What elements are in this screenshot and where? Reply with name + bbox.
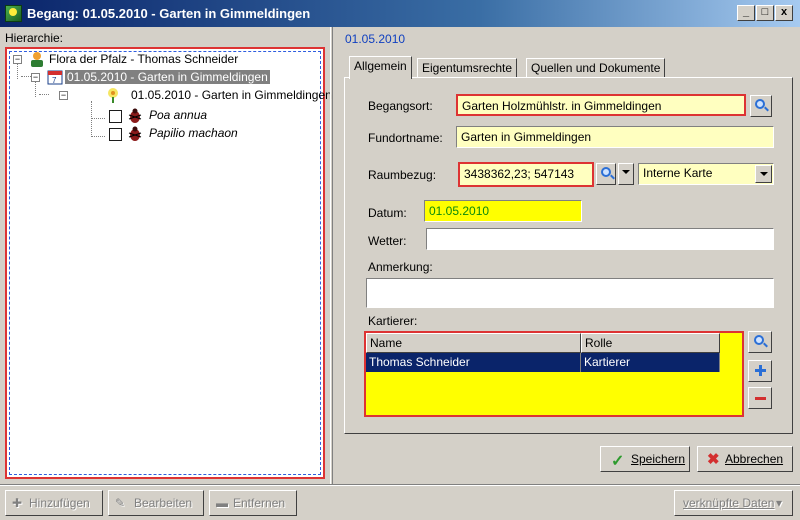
anmerkung-label: Anmerkung:: [368, 260, 433, 274]
raumbezug-search-button[interactable]: [596, 163, 616, 185]
close-icon: ✖: [707, 451, 720, 468]
cell-rolle: Kartierer: [581, 353, 720, 372]
tab-allgemein[interactable]: Allgemein: [349, 56, 412, 79]
tree-item-poa-annua[interactable]: Poa annua: [149, 106, 207, 124]
cancel-button-label: Abbrechen: [725, 452, 784, 466]
tree-item-begang-label: 01.05.2010 - Garten in Gimmeldingen: [65, 70, 270, 84]
begangsort-field[interactable]: Garten Holzmühlstr. in Gimmeldingen: [456, 94, 746, 116]
kartierer-remove-button[interactable]: [748, 387, 772, 409]
edit-button[interactable]: ✎ Bearbeiten: [108, 490, 204, 516]
tree-item-fundort[interactable]: 01.05.2010 - Garten in Gimmeldingen: [131, 86, 332, 104]
record-date-header: 01.05.2010: [345, 32, 406, 46]
tree-connector: [91, 136, 105, 137]
flower-icon: [105, 87, 121, 103]
linked-data-button[interactable]: verknüpfte Daten ▾: [674, 490, 793, 516]
tree-connector: [39, 94, 49, 95]
bug-icon: [127, 108, 143, 124]
collapse-icon[interactable]: −: [31, 73, 40, 82]
column-header-name[interactable]: Name: [366, 333, 581, 353]
hierarchy-label: Hierarchie:: [5, 31, 64, 45]
separator: [0, 484, 800, 486]
chevron-down-icon: [760, 172, 768, 176]
kartierer-grid[interactable]: Name Rolle Thomas Schneider Kartierer: [364, 331, 744, 417]
kartierer-add-button[interactable]: [748, 360, 772, 382]
remove-button[interactable]: ▬ Entfernen: [209, 490, 297, 516]
raumbezug-field[interactable]: 3438362,23; 547143: [458, 162, 594, 187]
save-button-label: Speichern: [631, 452, 686, 466]
fundortname-field[interactable]: Garten in Gimmeldingen: [456, 126, 774, 148]
add-button[interactable]: ✚ Hinzufügen: [5, 490, 103, 516]
edit-button-label: Bearbeiten: [134, 496, 193, 510]
maximize-button[interactable]: □: [756, 5, 774, 21]
plus-icon: [755, 365, 766, 376]
datum-label: Datum:: [368, 206, 407, 220]
datum-field[interactable]: 01.05.2010: [424, 200, 582, 222]
plus-icon: ✚: [12, 496, 23, 510]
tree-connector: [91, 101, 92, 137]
minus-icon: [755, 397, 766, 400]
fundortname-label: Fundortname:: [368, 131, 443, 145]
linked-data-label: verknüpfte Daten: [683, 496, 775, 510]
cancel-button[interactable]: ✖ Abbrechen: [697, 446, 793, 472]
tree-item-papilio-machaon[interactable]: Papilio machaon: [149, 124, 238, 142]
chevron-down-icon: ▾: [776, 496, 783, 510]
wetter-label: Wetter:: [368, 234, 407, 248]
collapse-icon[interactable]: −: [13, 55, 22, 64]
collapse-icon[interactable]: −: [59, 91, 68, 100]
tree-connector: [91, 118, 105, 119]
calendar-icon: 7: [47, 69, 63, 85]
karte-select-dropdown[interactable]: [755, 165, 772, 183]
raumbezug-dropdown-button[interactable]: [618, 163, 634, 185]
tab-eigentumsrechte[interactable]: Eigentumsrechte: [417, 58, 518, 78]
person-icon: [29, 51, 45, 67]
close-button[interactable]: x: [775, 5, 793, 21]
cell-name: Thomas Schneider: [366, 353, 581, 372]
tab-quellen-und-dokumente[interactable]: Quellen und Dokumente: [526, 58, 666, 78]
title-bar: Begang: 01.05.2010 - Garten in Gimmeldin…: [0, 0, 800, 27]
tree-connector: [17, 63, 18, 79]
anmerkung-field[interactable]: [366, 278, 774, 308]
remove-button-label: Entfernen: [233, 496, 286, 510]
wetter-field[interactable]: [426, 228, 774, 250]
checkmark-icon: ✓: [611, 453, 625, 470]
bug-icon: [127, 126, 143, 142]
kartierer-label: Kartierer:: [368, 314, 418, 328]
pencil-icon: ✎: [115, 496, 126, 510]
save-button[interactable]: ✓ Speichern: [600, 446, 690, 472]
window-title: Begang: 01.05.2010 - Garten in Gimmeldin…: [27, 6, 311, 21]
begangsort-label: Begangsort:: [368, 99, 433, 113]
karte-select-value: Interne Karte: [643, 166, 713, 180]
tree-connector: [35, 81, 36, 97]
chevron-down-icon: [622, 170, 630, 174]
hierarchy-tree[interactable]: − Flora der Pfalz - Thomas Schneider − 7…: [5, 47, 332, 479]
tree-item-begang[interactable]: 01.05.2010 - Garten in Gimmeldingen: [65, 68, 270, 86]
add-button-label: Hinzufügen: [29, 496, 90, 510]
table-row[interactable]: Thomas Schneider Kartierer: [366, 353, 720, 372]
svg-text:7: 7: [52, 76, 57, 85]
minus-icon: ▬: [216, 496, 228, 510]
tree-item-project[interactable]: Flora der Pfalz - Thomas Schneider: [49, 50, 238, 68]
checkbox-poa[interactable]: [109, 110, 122, 123]
column-header-rolle[interactable]: Rolle: [581, 333, 720, 353]
checkbox-papilio[interactable]: [109, 128, 122, 141]
tree-connector: [21, 76, 31, 77]
raumbezug-label: Raumbezug:: [368, 168, 437, 182]
app-icon: [5, 5, 22, 22]
begangsort-search-button[interactable]: [750, 95, 772, 117]
splitter[interactable]: [330, 27, 333, 485]
kartierer-search-button[interactable]: [748, 331, 772, 353]
minimize-button[interactable]: _: [737, 5, 755, 21]
karte-select[interactable]: Interne Karte: [638, 163, 774, 185]
